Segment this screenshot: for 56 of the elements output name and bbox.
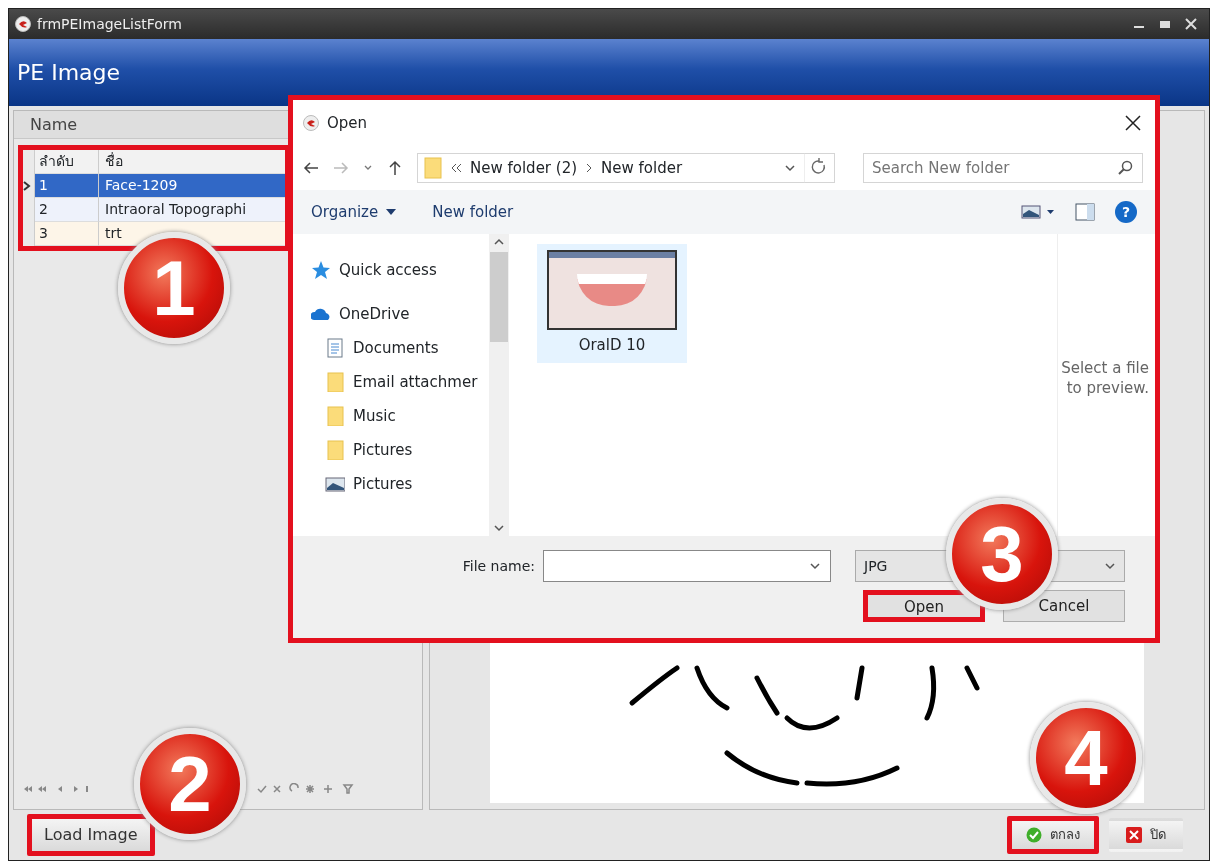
page-title: PE Image [17,59,121,87]
scrollbar[interactable] [489,234,509,536]
nav-item[interactable]: Quick access [311,258,489,282]
window-title: frmPEImageListForm [37,14,182,34]
panel-title: Name [30,113,78,136]
folder-icon [424,157,442,179]
folder-icon [325,406,345,426]
table-cell: 3 [35,222,99,246]
toolbar-button[interactable]: Organize [311,200,397,224]
path-segment[interactable]: New folder (2) [470,156,578,180]
search-field[interactable]: Search New folder [863,153,1143,183]
view-options-icon[interactable] [1021,204,1055,220]
open-button[interactable]: Open [863,590,985,622]
nav-item[interactable]: Documents [311,336,489,360]
image-library-icon [325,474,345,494]
toolbar-button[interactable]: New folder [432,200,514,224]
nav-item[interactable]: Music [311,404,489,428]
chevron-down-icon [494,524,504,532]
address-bar[interactable]: New folder (2) New folder [417,153,835,183]
dialog-title: Open [327,112,368,134]
ok-button[interactable]: ตกลง [1007,816,1099,854]
file-item[interactable]: OralD 10 [537,244,687,363]
search-icon [1117,160,1133,176]
nav-item[interactable]: Email attachmer [311,370,489,394]
row-selector-cell[interactable] [23,222,35,246]
maximize-icon[interactable] [1159,18,1171,30]
chevron-down-icon[interactable] [784,163,796,173]
app-logo-icon [15,16,31,32]
help-button[interactable]: ? [1115,201,1137,223]
close-icon [1126,827,1142,843]
up-arrow-icon[interactable] [387,160,403,176]
path-segment[interactable]: New folder [601,156,683,180]
chevron-right-icon [585,163,594,173]
close-button[interactable]: ปิด [1109,818,1183,852]
star-icon [311,260,331,280]
grid-row[interactable]: 1 Face-1209 [23,174,285,198]
preview-hint: Select a file to preview. [1061,359,1149,398]
nav-item[interactable]: Pictures [311,472,489,496]
folder-icon [325,372,345,392]
document-icon [325,338,345,358]
chevron-down-icon[interactable] [809,561,821,571]
nav-item[interactable]: Pictures [311,438,489,462]
row-indicator-icon [23,181,31,191]
chevron-down-icon [1104,561,1116,571]
file-name-label: File name: [462,556,535,576]
check-icon [1026,827,1042,843]
grid-row[interactable]: 2 Intraoral Topographi [23,198,285,222]
caret-down-icon [386,209,397,215]
file-name-field[interactable] [543,550,831,582]
chevron-up-icon [494,238,504,246]
chevrons-left-icon [450,163,462,173]
app-logo-icon [303,115,319,131]
folder-icon [325,440,345,460]
nav-item[interactable]: OneDrive [311,302,489,326]
close-icon[interactable] [1125,115,1141,131]
back-arrow-icon[interactable] [303,160,319,176]
